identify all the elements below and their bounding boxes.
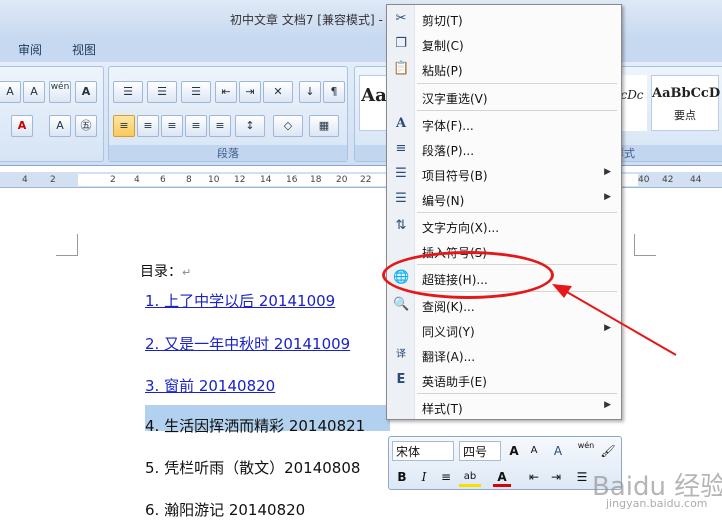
annotation-arrow — [552, 284, 677, 356]
watermark-url: jingyan.baidu.com — [606, 497, 708, 510]
